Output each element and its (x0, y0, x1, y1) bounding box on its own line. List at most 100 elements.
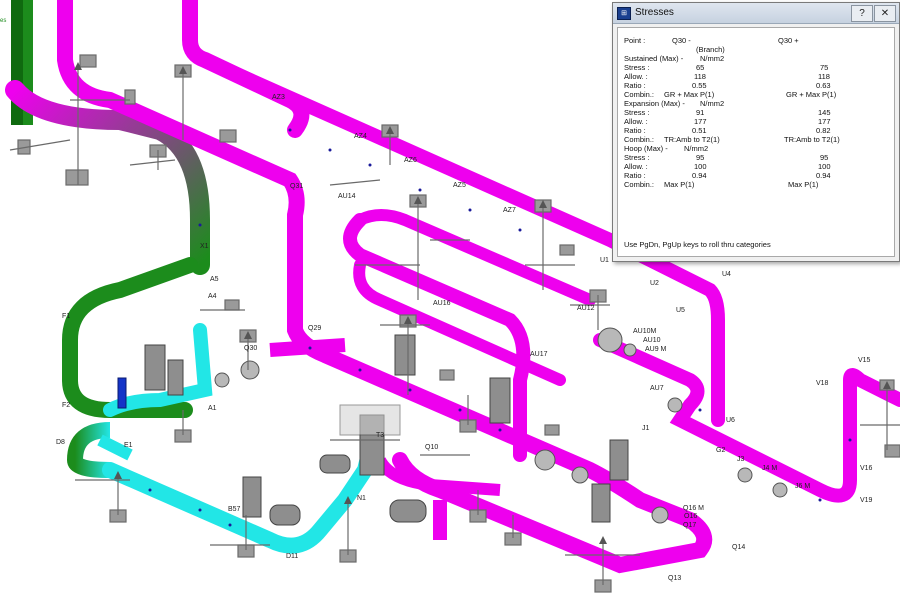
node-label: AU17 (530, 351, 548, 358)
sustained-ratio-label: Ratio : (624, 81, 646, 90)
node-label: AU9 M (645, 346, 667, 353)
node-label: J1 (642, 425, 650, 432)
node-label: Q31 (290, 183, 303, 190)
node-label: D8 (56, 439, 65, 446)
hoop-header: Hoop (Max) - (624, 144, 668, 153)
node-label: O16 (684, 513, 697, 520)
node-label: AU16 (433, 300, 451, 307)
sustained-allow-right: 118 (818, 72, 830, 81)
expansion-allow-left: 177 (694, 117, 707, 126)
dialog-title: Stresses (635, 7, 674, 18)
expansion-header: Expansion (Max) - (624, 99, 685, 108)
expansion-stress-left: 91 (696, 108, 705, 117)
node-label: U1 (600, 257, 609, 264)
hoop-combin-left: Max P(1) (664, 180, 695, 189)
node-label: AU12 (577, 305, 595, 312)
sustained-combin-left: GR + Max P(1) (664, 90, 715, 99)
node-label: D11 (286, 553, 298, 560)
node-label: AU10M (633, 328, 657, 335)
point-right-value: Q30 + (778, 36, 799, 45)
node-label: V19 (860, 497, 873, 504)
node-label: E1 (124, 442, 133, 449)
node-label: Q30 (244, 345, 257, 352)
sustained-units: N/mm2 (700, 54, 725, 63)
hoop-stress-right: 95 (820, 153, 829, 162)
node-label: AZ4 (354, 133, 367, 140)
hoop-combin-right: Max P(1) (788, 180, 819, 189)
node-label: T3 (376, 432, 384, 439)
sustained-stress-left: 65 (696, 63, 705, 72)
node-label: A1 (208, 405, 217, 412)
sustained-stress-label: Stress : (624, 63, 650, 72)
navigation-hint: Use PgDn, PgUp keys to roll thru categor… (624, 240, 771, 249)
hoop-allow-left: 100 (694, 162, 707, 171)
node-label: V16 (860, 465, 873, 472)
node-label: Q10 (425, 444, 438, 451)
node-label: Q29 (308, 325, 321, 332)
node-label: Q14 (732, 544, 745, 551)
point-label: Point : (624, 36, 646, 45)
node-label: X1 (200, 243, 209, 250)
sustained-ratio-right: 0.63 (816, 81, 831, 90)
hoop-ratio-label: Ratio : (624, 171, 646, 180)
sustained-ratio-left: 0.55 (692, 81, 707, 90)
hoop-allow-right: 100 (818, 162, 831, 171)
node-label: Q13 (668, 575, 681, 582)
sustained-allow-label: Allow. : (624, 72, 648, 81)
node-label: AU10 (643, 337, 661, 344)
expansion-combin-right: TR:Amb to T2(1) (784, 135, 840, 144)
node-label: Q16 M (683, 505, 704, 512)
hoop-stress-label: Stress : (624, 153, 650, 162)
stress-report: Point : Q30 - Q30 + (Branch) Sustained (… (617, 27, 895, 257)
sustained-combin-right: GR + Max P(1) (786, 90, 837, 99)
sustained-allow-left: 118 (694, 72, 706, 81)
node-label: B57 (228, 506, 241, 513)
node-label: AZ3 (272, 94, 285, 101)
hoop-ratio-left: 0.94 (692, 171, 707, 180)
expansion-stress-label: Stress : (624, 108, 650, 117)
node-label: F2 (62, 402, 70, 409)
close-button[interactable]: ✕ (874, 5, 896, 22)
expansion-combin-label: Combin.: (624, 135, 655, 144)
app-icon: ⊞ (617, 7, 631, 20)
help-button[interactable]: ? (851, 5, 873, 22)
node-label: U4 (722, 271, 731, 278)
node-label: J6 M (795, 483, 810, 490)
node-label: AU14 (338, 193, 356, 200)
expansion-ratio-left: 0.51 (692, 126, 707, 135)
hoop-combin-label: Combin.: (624, 180, 655, 189)
expansion-units: N/mm2 (700, 99, 725, 108)
sustained-header: Sustained (Max) - (624, 54, 684, 63)
expansion-allow-right: 177 (818, 117, 831, 126)
node-label: G2 (716, 447, 725, 454)
node-label: J3 (737, 456, 745, 463)
expansion-ratio-label: Ratio : (624, 126, 646, 135)
node-label: U6 (726, 417, 735, 424)
node-label: U5 (676, 307, 685, 314)
node-label: AZ7 (503, 207, 516, 214)
expansion-allow-label: Allow. : (624, 117, 648, 126)
node-label: AU7 (650, 385, 664, 392)
node-label: A4 (208, 293, 217, 300)
expansion-stress-right: 145 (818, 108, 831, 117)
node-label: U2 (650, 280, 659, 287)
node-label: AZ6 (404, 157, 417, 164)
node-label: F1 (62, 313, 70, 320)
expansion-ratio-right: 0.82 (816, 126, 831, 135)
expansion-combin-left: TR:Amb to T2(1) (664, 135, 720, 144)
hoop-stress-left: 95 (696, 153, 705, 162)
dialog-titlebar[interactable]: ⊞ Stresses ? ✕ (613, 3, 899, 24)
stresses-dialog[interactable]: ⊞ Stresses ? ✕ Point : Q30 - Q30 + (Bran… (612, 2, 900, 262)
node-label: N1 (357, 495, 366, 502)
node-label: V15 (858, 357, 871, 364)
hoop-ratio-right: 0.94 (816, 171, 831, 180)
sustained-stress-right: 75 (820, 63, 829, 72)
node-label: V18 (816, 380, 829, 387)
point-left-value: Q30 - (672, 36, 691, 45)
node-label: A5 (210, 276, 219, 283)
node-label: J4 M (762, 465, 777, 472)
sustained-combin-label: Combin.: (624, 90, 655, 99)
node-label: Q17 (683, 522, 696, 529)
branch-label: (Branch) (696, 45, 725, 54)
hoop-units: N/mm2 (684, 144, 709, 153)
